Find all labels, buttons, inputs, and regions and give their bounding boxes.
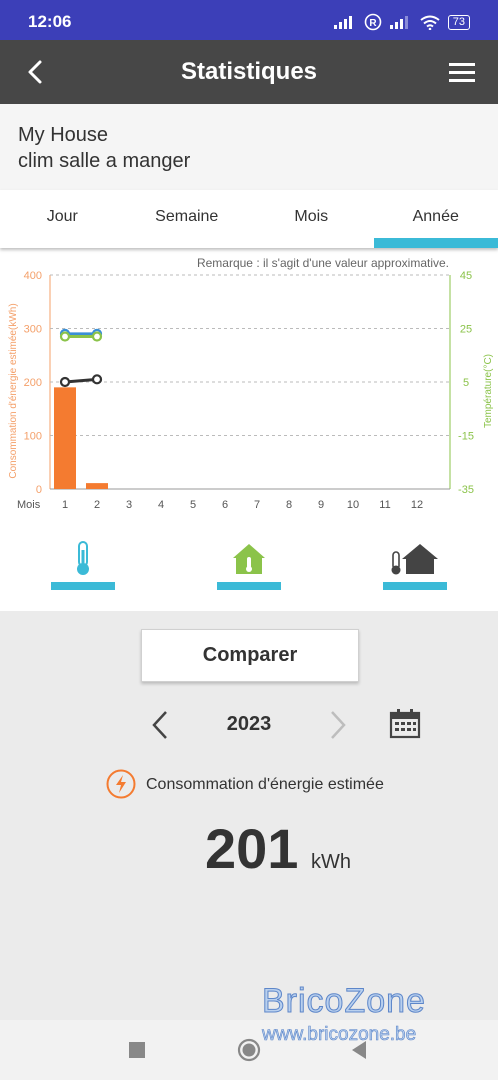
app-header: Statistiques (0, 40, 498, 104)
energy-unit: kWh (311, 851, 351, 873)
x-tick-label: 8 (286, 499, 292, 511)
system-nav-bar (0, 1020, 498, 1080)
x-axis-label: Mois (17, 499, 41, 511)
chart-series-selectors (0, 540, 498, 600)
y-left-tick-label: 100 (24, 431, 42, 443)
watermark-url: www.bricozone.be (262, 1024, 417, 1046)
temperature-point (59, 376, 71, 388)
svg-text:R: R (369, 18, 377, 29)
hamburger-menu-icon[interactable] (448, 60, 476, 84)
device-info: My House clim salle a manger (0, 104, 498, 191)
x-tick-label: 1 (62, 499, 68, 511)
home-icon[interactable] (237, 1038, 261, 1062)
period-tabs: Jour Semaine Mois Année (0, 190, 498, 248)
recent-apps-icon[interactable] (129, 1042, 145, 1058)
thermometer-icon (77, 541, 89, 575)
y-left-tick-label: 400 (24, 270, 42, 282)
selector-indicator (51, 582, 115, 590)
compare-button[interactable]: Comparer (141, 629, 359, 682)
x-tick-label: 11 (379, 499, 390, 511)
x-tick-label: 4 (158, 499, 164, 511)
temperature-point (91, 331, 103, 342)
y-right-tick-label: 25 (460, 324, 472, 336)
year-navigation: 2023 (0, 705, 498, 745)
x-tick-label: 3 (126, 499, 132, 511)
selector-indicator (383, 582, 447, 590)
energy-value: 201 (205, 817, 299, 880)
selected-year: 2023 (226, 713, 272, 735)
y-right-tick-label: 45 (460, 270, 472, 282)
next-year-icon[interactable] (324, 707, 352, 743)
outdoor-temperature-selector[interactable] (383, 540, 447, 590)
energy-bar (54, 387, 76, 489)
tab-annee[interactable]: Année (373, 190, 498, 248)
selector-indicator (217, 582, 281, 590)
y-right-tick-label: 5 (463, 377, 469, 389)
roaming-icon: R (364, 13, 382, 31)
device-name: clim salle a manger (18, 150, 191, 172)
house-temperature-selector[interactable] (217, 540, 281, 590)
status-bar: 12:06 R 73 (0, 0, 498, 40)
y-right-tick-label: -15 (458, 431, 474, 443)
y-left-tick-label: 300 (24, 324, 42, 336)
home-name: My House (18, 124, 109, 146)
page-title: Statistiques (180, 58, 318, 85)
energy-bolt-icon (106, 769, 136, 799)
outdoor-temperature-icon (391, 544, 438, 575)
tab-mois[interactable]: Mois (249, 190, 374, 248)
y-left-tick-label: 0 (36, 484, 42, 496)
x-tick-label: 2 (94, 499, 100, 511)
x-tick-label: 12 (411, 499, 423, 511)
temperature-point (59, 331, 71, 342)
x-tick-label: 7 (254, 499, 260, 511)
temperature-point (91, 374, 103, 385)
house-temperature-icon (233, 544, 265, 574)
x-tick-label: 9 (318, 499, 324, 511)
battery-icon: 73 (447, 14, 470, 30)
previous-year-icon[interactable] (146, 707, 174, 743)
signal-icon (333, 16, 352, 29)
tab-semaine[interactable]: Semaine (125, 190, 250, 248)
clock: 12:06 (28, 12, 72, 31)
indoor-temperature-selector[interactable] (51, 540, 115, 590)
y-left-label: Consommation d'énergie estimée(kWh) (8, 303, 19, 478)
y-right-tick-label: -35 (458, 484, 474, 496)
chart-note: Remarque : il s'agit d'une valeur approx… (197, 256, 449, 270)
y-left-tick-label: 200 (24, 377, 42, 389)
x-tick-label: 5 (190, 499, 196, 511)
x-tick-label: 6 (222, 499, 228, 511)
x-tick-label: 10 (347, 499, 359, 511)
energy-bar (86, 483, 108, 489)
calendar-icon[interactable] (389, 708, 421, 740)
energy-label: Consommation d'énergie estimée (146, 776, 384, 793)
signal-icon-2 (389, 16, 408, 29)
watermark-brand: BricoZone (262, 982, 426, 1021)
wifi-icon (420, 15, 440, 30)
y-right-label: Température(°C) (483, 354, 494, 428)
statistics-chart: Remarque : il s'agit d'une valeur approx… (8, 256, 494, 511)
tab-jour[interactable]: Jour (0, 190, 125, 248)
